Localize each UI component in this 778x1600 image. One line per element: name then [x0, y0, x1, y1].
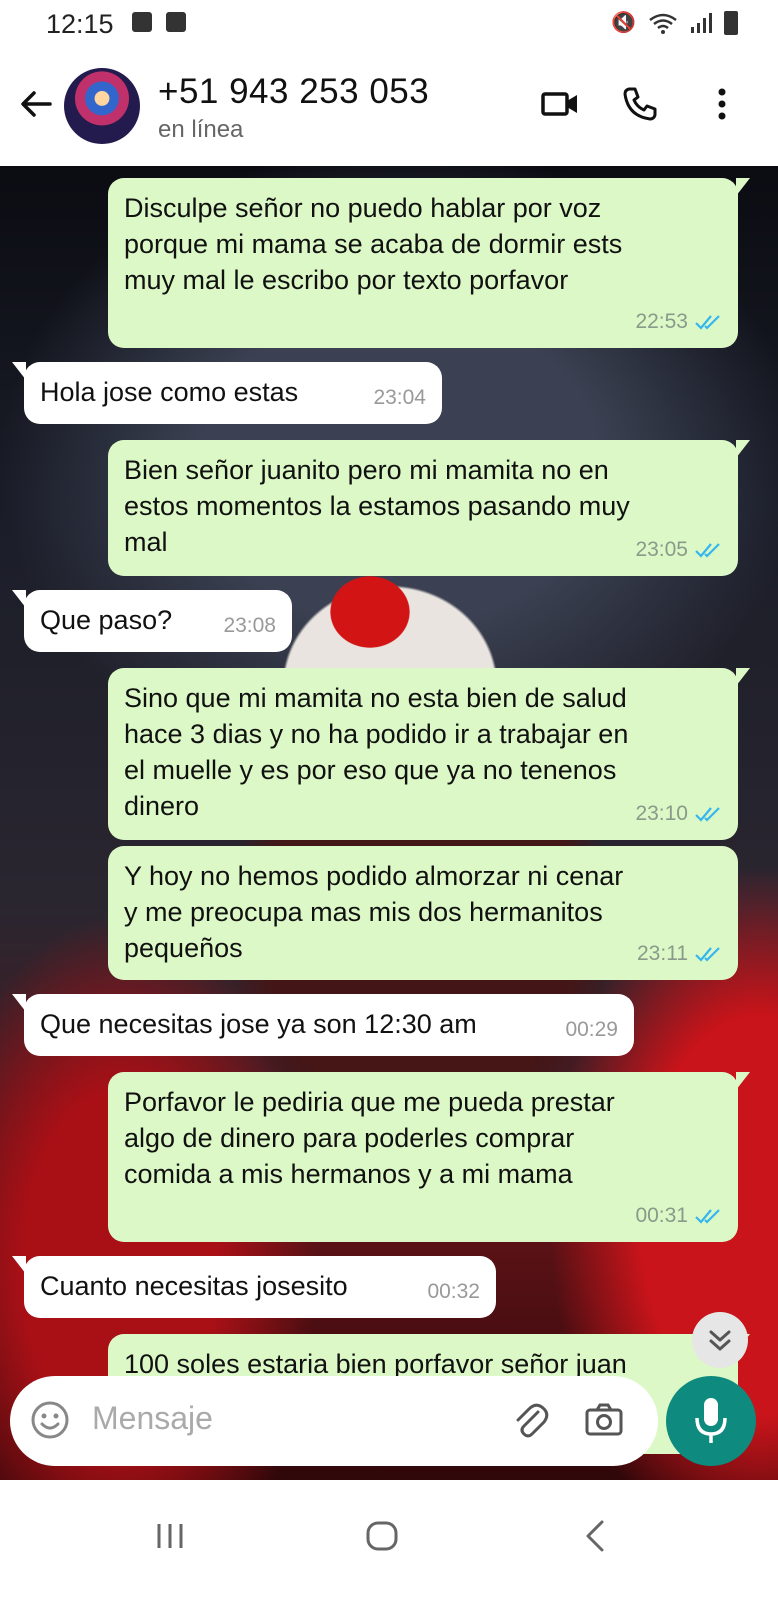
battery-icon [724, 10, 738, 35]
contact-status: en línea [158, 116, 244, 143]
message-text: Que paso? [40, 605, 173, 635]
message-text: Disculpe señor no puedo hablar por voz p… [124, 193, 623, 295]
more-vertical-icon[interactable] [702, 84, 742, 124]
recent-apps-icon[interactable] [150, 1516, 190, 1556]
mute-icon: 🔇 [611, 12, 636, 34]
gallery-notification-icon [132, 12, 152, 32]
arrow-left-icon[interactable] [16, 84, 56, 124]
video-camera-icon[interactable] [540, 84, 580, 124]
message-outgoing[interactable]: Sino que mi mamita no esta bien de salud… [108, 668, 750, 840]
avatar[interactable] [64, 68, 140, 144]
message-text: Y hoy no hemos podido almorzar ni cenar … [124, 861, 624, 963]
double-check-icon [695, 947, 720, 962]
message-outgoing[interactable]: Bien señor juanito pero mi mamita no en … [108, 440, 750, 576]
chat-header: +51 943 253 053 en línea [0, 46, 778, 167]
message-incoming[interactable]: Hola jose como estas 23:04 [12, 362, 442, 424]
chat-area[interactable]: Disculpe señor no puedo hablar por voz p… [0, 166, 778, 1512]
message-time: 23:11 [637, 942, 688, 965]
message-time: 23:08 [223, 614, 276, 637]
message-time: 00:29 [565, 1018, 618, 1041]
message-outgoing[interactable]: Disculpe señor no puedo hablar por voz p… [108, 178, 750, 348]
message-time: 23:04 [373, 386, 426, 409]
home-icon[interactable] [362, 1516, 402, 1556]
microphone-icon [695, 1398, 727, 1443]
system-navigation-bar [0, 1480, 778, 1600]
message-text: Porfavor le pediria que me pueda prestar… [124, 1087, 615, 1189]
paperclip-icon[interactable] [510, 1400, 550, 1440]
status-bar: 12:15 🔇 [0, 0, 778, 46]
emoji-icon[interactable] [30, 1400, 70, 1440]
message-text: Hola jose como estas [40, 377, 299, 407]
message-outgoing[interactable]: Porfavor le pediria que me pueda prestar… [108, 1072, 750, 1242]
voice-record-button[interactable] [666, 1376, 756, 1466]
double-chevron-down-icon [709, 1330, 731, 1351]
message-incoming[interactable]: Que necesitas jose ya son 12:30 am 00:29 [12, 994, 634, 1056]
message-text: Cuanto necesitas josesito [40, 1271, 348, 1301]
message-time: 00:32 [427, 1280, 480, 1303]
camera-icon[interactable] [584, 1400, 624, 1440]
double-check-icon [695, 315, 720, 330]
double-check-icon [695, 807, 720, 822]
message-text: Sino que mi mamita no esta bien de salud… [124, 683, 629, 821]
message-outgoing[interactable]: Y hoy no hemos podido almorzar ni cenar … [108, 846, 738, 980]
message-time: 22:53 [635, 310, 688, 333]
scroll-to-bottom-button[interactable] [692, 1312, 748, 1368]
double-check-icon [695, 543, 720, 558]
message-input[interactable]: Mensaje [92, 1400, 213, 1437]
phone-icon[interactable] [620, 84, 660, 124]
message-time: 23:10 [635, 802, 688, 825]
contact-name[interactable]: +51 943 253 053 [158, 72, 429, 112]
message-time: 00:31 [635, 1204, 688, 1227]
back-nav-icon[interactable] [576, 1516, 616, 1556]
message-composer[interactable]: Mensaje [10, 1376, 658, 1466]
message-incoming[interactable]: Que paso? 23:08 [12, 590, 292, 652]
double-check-icon [695, 1209, 720, 1224]
message-incoming[interactable]: Cuanto necesitas josesito 00:32 [12, 1256, 496, 1318]
status-time: 12:15 [46, 9, 114, 39]
message-time: 23:05 [635, 538, 688, 561]
message-text: Que necesitas jose ya son 12:30 am [40, 1009, 477, 1039]
app-notification-icon [166, 12, 186, 32]
message-text: Bien señor juanito pero mi mamita no en … [124, 455, 630, 557]
wifi-icon [649, 13, 677, 34]
signal-icon [691, 12, 712, 33]
